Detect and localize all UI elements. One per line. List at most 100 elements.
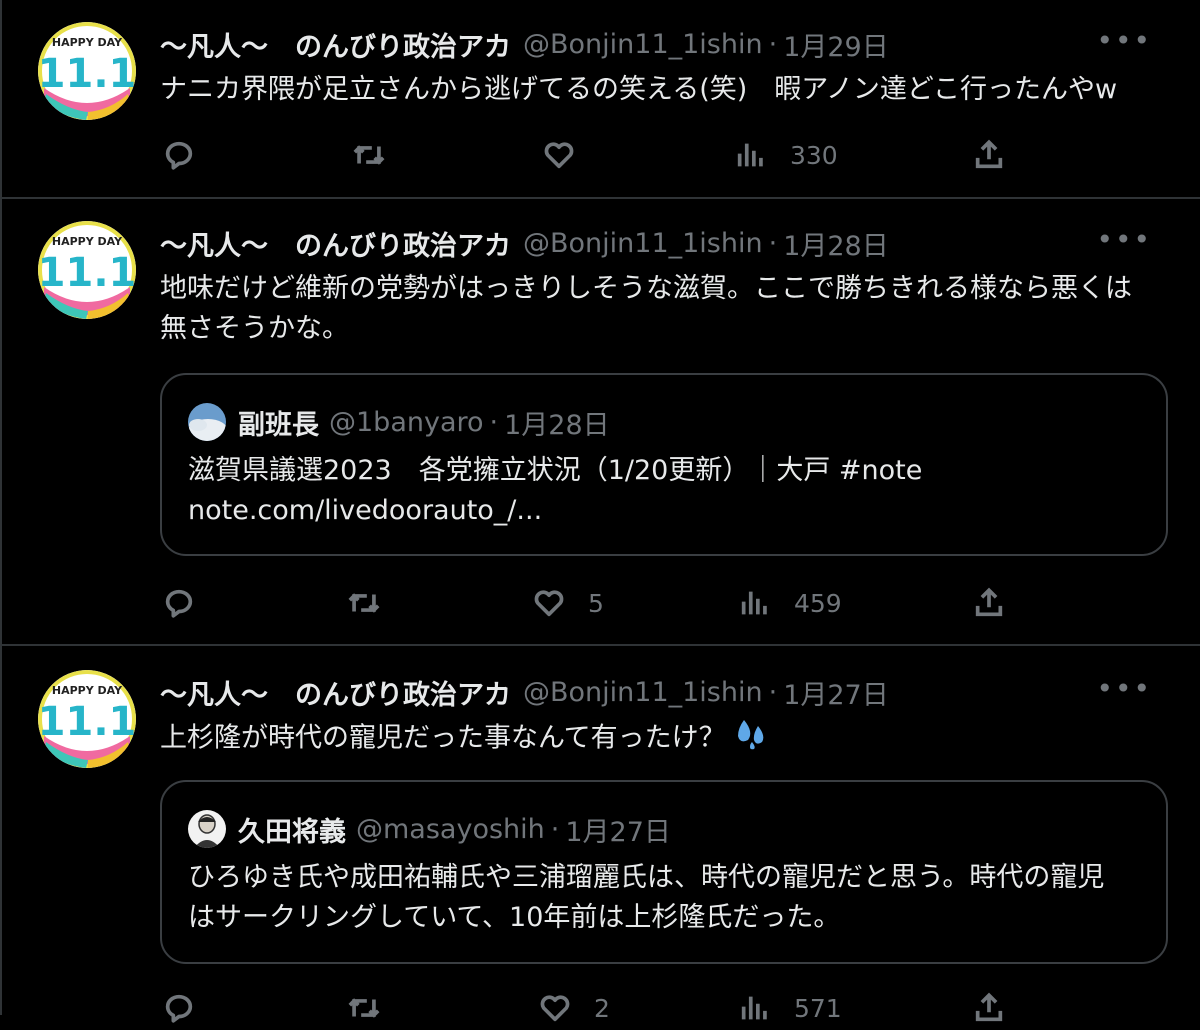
tweet[interactable]: HAPPY DAY 11.1 〜凡人〜 のんびり政治アカ @Bonjin11_1… — [2, 0, 1200, 199]
quoted-tweet-text: ひろゆき氏や成田祐輔氏や三浦瑠麗氏は、時代の寵児だと思う。時代の寵児 はサークリ… — [188, 858, 1148, 938]
tweet-header: 〜凡人〜 のんびり政治アカ @Bonjin11_1ishin · 1月27日 •… — [160, 672, 1162, 712]
like-button[interactable]: 2 — [538, 986, 610, 1030]
retweet-button[interactable] — [350, 133, 388, 177]
retweet-icon — [348, 593, 380, 613]
share-button[interactable] — [972, 133, 1006, 177]
views-count: 571 — [794, 993, 842, 1023]
quoted-tweet-header: 副班長 @1banyaro · 1月28日 — [188, 399, 610, 445]
happy-day-avatar-icon: HAPPY DAY 11.1 — [38, 670, 136, 768]
views-button[interactable]: 330 — [734, 133, 838, 177]
quoted-user-handle[interactable]: @1banyaro — [329, 407, 484, 438]
display-name[interactable]: 〜凡人〜 のんびり政治アカ — [160, 25, 511, 64]
quoted-text-line: はサークリングしていて、10年前は上杉隆氏だった。 — [188, 902, 841, 933]
quoted-tweet[interactable]: 久田将義 @masayoshih · 1月27日 ひろゆき氏や成田祐輔氏や三浦瑠… — [160, 780, 1168, 964]
quoted-link[interactable]: note.com/livedoorauto_/... — [188, 491, 1148, 531]
like-icon — [544, 142, 574, 169]
tweet-actions: 330 — [160, 133, 1060, 177]
quoted-text-line: 滋賀県議選2023 各党擁立状況（1/20更新）｜大戸 #note — [188, 455, 923, 486]
quoted-tweet-header: 久田将義 @masayoshih · 1月27日 — [188, 806, 671, 852]
quoted-tweet[interactable]: 副班長 @1banyaro · 1月28日 滋賀県議選2023 各党擁立状況（1… — [160, 373, 1168, 556]
avatar-number: 11.1 — [38, 699, 136, 745]
quoted-avatar — [188, 810, 226, 848]
tweet-text-line: 無さそうかな。 — [160, 313, 349, 344]
like-count: 5 — [588, 588, 604, 618]
more-options-icon[interactable]: ••• — [1096, 223, 1152, 256]
quoted-display-name[interactable]: 久田将義 — [238, 810, 346, 849]
separator-dot: · — [768, 676, 778, 708]
quoted-tweet-date[interactable]: 1月27日 — [565, 810, 671, 849]
retweet-icon — [353, 145, 385, 165]
tweet-text: 地味だけど維新の党勢がはっきりしそうな滋賀。ここで勝ちきれる様なら悪くは 無さそ… — [160, 269, 1170, 349]
sky-photo-avatar-icon — [188, 403, 226, 441]
avatar-caption: HAPPY DAY — [52, 684, 123, 697]
tweet-text-content: 上杉隆が時代の寵児だった事なんて有ったけ？ — [160, 722, 726, 754]
avatar[interactable]: HAPPY DAY 11.1 — [38, 670, 136, 768]
share-icon — [975, 139, 1003, 169]
share-button[interactable] — [972, 986, 1006, 1030]
tweet-date[interactable]: 1月28日 — [783, 224, 889, 263]
separator-dot: · — [768, 28, 778, 60]
quoted-text-line: ひろゆき氏や成田祐輔氏や三浦瑠麗氏は、時代の寵児だと思う。時代の寵児 — [188, 862, 1105, 893]
like-button[interactable]: 5 — [532, 581, 604, 625]
timeline-feed: HAPPY DAY 11.1 〜凡人〜 のんびり政治アカ @Bonjin11_1… — [0, 0, 1200, 1023]
tweet-text: ナニカ界隈が足立さんから逃げてるの笑える(笑) 暇アノン達どこ行ったんやw — [160, 74, 1118, 105]
avatar-caption: HAPPY DAY — [52, 235, 123, 248]
reply-icon — [165, 589, 193, 618]
quoted-user-handle[interactable]: @masayoshih — [356, 814, 545, 845]
avatar[interactable]: HAPPY DAY 11.1 — [38, 221, 136, 319]
tweet-header: 〜凡人〜 のんびり政治アカ @Bonjin11_1ishin · 1月28日 •… — [160, 223, 1162, 263]
like-count: 2 — [594, 993, 610, 1023]
tweet-header: 〜凡人〜 のんびり政治アカ @Bonjin11_1ishin · 1月29日 •… — [160, 24, 1162, 64]
separator-dot: · — [768, 227, 778, 259]
portrait-avatar-icon — [188, 810, 226, 848]
share-button[interactable] — [972, 581, 1006, 625]
user-handle[interactable]: @Bonjin11_1ishin — [523, 29, 763, 60]
retweet-button[interactable] — [345, 581, 383, 625]
tweet-actions: 2 571 — [160, 986, 1060, 1030]
quoted-tweet-text: 滋賀県議選2023 各党擁立状況（1/20更新）｜大戸 #note note.c… — [188, 451, 1148, 531]
more-options-icon[interactable]: ••• — [1096, 672, 1152, 705]
happy-day-avatar-icon: HAPPY DAY 11.1 — [38, 22, 136, 120]
share-icon — [975, 992, 1003, 1022]
reply-icon — [165, 994, 193, 1023]
retweet-button[interactable] — [345, 986, 383, 1030]
user-handle[interactable]: @Bonjin11_1ishin — [523, 228, 763, 259]
happy-day-avatar-icon: HAPPY DAY 11.1 — [38, 221, 136, 319]
avatar-number: 11.1 — [38, 250, 136, 296]
views-icon — [741, 591, 767, 615]
views-icon — [737, 143, 763, 167]
tweet-date[interactable]: 1月29日 — [783, 25, 889, 64]
like-icon — [540, 995, 570, 1022]
reply-button[interactable] — [162, 133, 196, 177]
views-count: 459 — [794, 588, 842, 618]
views-count: 330 — [790, 140, 838, 170]
quoted-avatar — [188, 403, 226, 441]
quoted-tweet-date[interactable]: 1月28日 — [504, 403, 610, 442]
separator-dot: · — [489, 406, 499, 438]
views-icon — [741, 996, 767, 1020]
tweet-text-line: 地味だけど維新の党勢がはっきりしそうな滋賀。ここで勝ちきれる様なら悪くは — [160, 273, 1132, 304]
more-options-icon[interactable]: ••• — [1096, 24, 1152, 57]
reply-button[interactable] — [162, 986, 196, 1030]
like-button[interactable] — [542, 133, 576, 177]
sweat-droplets-icon — [734, 716, 770, 762]
tweet-text: 上杉隆が時代の寵児だった事なんて有ったけ？ — [160, 716, 1170, 762]
separator-dot: · — [550, 813, 560, 845]
share-icon — [975, 587, 1003, 617]
reply-icon — [165, 141, 193, 170]
views-button[interactable]: 571 — [738, 986, 842, 1030]
views-button[interactable]: 459 — [738, 581, 842, 625]
avatar-number: 11.1 — [38, 51, 136, 97]
avatar[interactable]: HAPPY DAY 11.1 — [38, 22, 136, 120]
tweet[interactable]: HAPPY DAY 11.1 〜凡人〜 のんびり政治アカ @Bonjin11_1… — [2, 646, 1200, 1023]
tweet-date[interactable]: 1月27日 — [783, 673, 889, 712]
user-handle[interactable]: @Bonjin11_1ishin — [523, 677, 763, 708]
display-name[interactable]: 〜凡人〜 のんびり政治アカ — [160, 673, 511, 712]
tweet-actions: 5 459 — [160, 581, 1060, 625]
reply-button[interactable] — [162, 581, 196, 625]
avatar-caption: HAPPY DAY — [52, 36, 123, 49]
display-name[interactable]: 〜凡人〜 のんびり政治アカ — [160, 224, 511, 263]
quoted-display-name[interactable]: 副班長 — [238, 403, 319, 442]
tweet[interactable]: HAPPY DAY 11.1 〜凡人〜 のんびり政治アカ @Bonjin11_1… — [2, 199, 1200, 646]
retweet-icon — [348, 998, 380, 1018]
